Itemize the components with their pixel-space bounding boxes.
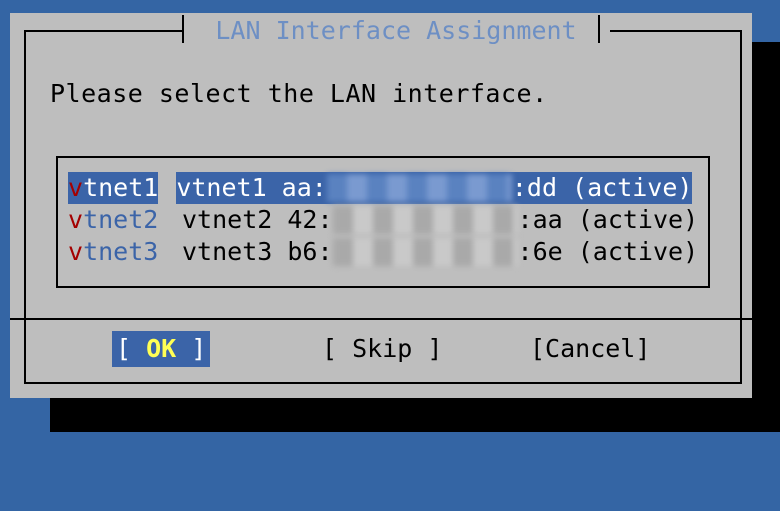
list-item-description: vtnet3 b6::6e (active) [182,237,699,266]
lan-interface-dialog: LAN Interface Assignment Please select t… [10,13,752,398]
dialog-prompt: Please select the LAN interface. [50,79,548,108]
cancel-button[interactable]: [Cancel] [530,331,650,367]
list-item-vtnet2[interactable]: vtnet2 vtnet2 42::aa (active) [68,204,698,236]
interface-list[interactable]: vtnet1 vtnet1 aa::dd (active) vtnet2 vtn… [56,156,710,288]
title-right-bar [598,15,600,43]
button-row: [ OK ] [ Skip ] [Cancel] [10,331,752,367]
frame-top-left [24,30,184,32]
list-item-tag: vtnet2 [68,205,159,234]
button-separator [10,318,752,320]
list-item-tag: vtnet1 [68,172,159,204]
list-item-vtnet3[interactable]: vtnet3 vtnet3 b6::6e (active) [68,236,698,268]
list-item-description: vtnet2 42::aa (active) [182,205,699,234]
dialog-title: LAN Interface Assignment [215,15,577,45]
frame-top-right [606,30,742,32]
redacted-mac [332,206,518,234]
skip-button[interactable]: [ Skip ] [322,331,442,367]
dialog-title-area: LAN Interface Assignment [182,14,610,46]
list-item-tag: vtnet3 [68,237,159,266]
list-item-description: vtnet1 aa::dd (active) [176,172,693,204]
frame-bottom [24,382,742,384]
list-item-vtnet1[interactable]: vtnet1 vtnet1 aa::dd (active) [68,172,693,204]
ok-button[interactable]: [ OK ] [112,331,211,367]
redacted-mac [326,174,512,202]
title-left-bar [182,15,184,43]
redacted-mac [332,238,518,266]
